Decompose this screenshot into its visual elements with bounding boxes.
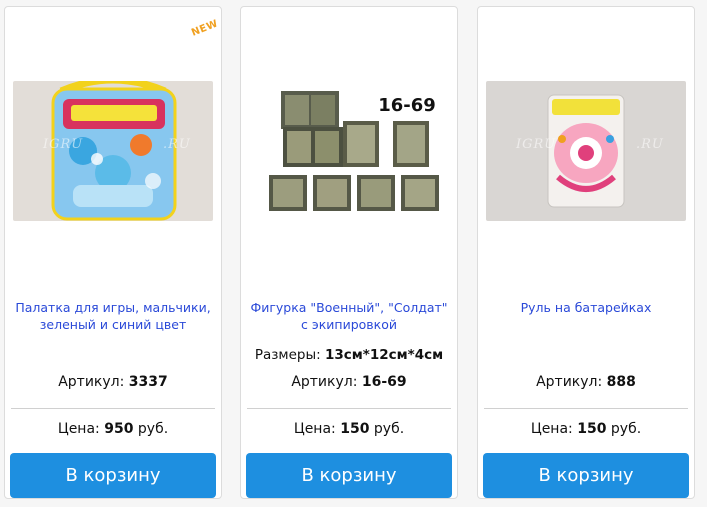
add-to-cart-button[interactable]: В корзину (10, 453, 216, 498)
watermark-text: IGRU (43, 137, 84, 152)
product-card: NEW IGRU .RU Палатка для игры, мальчики,… (4, 6, 222, 499)
price-value: 150 (577, 421, 607, 437)
currency: руб. (373, 421, 405, 437)
sku-line: Артикул: 888 (478, 374, 694, 390)
watermark-text: .RU (163, 137, 191, 152)
add-to-cart-button[interactable]: В корзину (246, 453, 452, 498)
sku-label: Артикул: (291, 374, 358, 390)
price-label: Цена: (530, 421, 573, 437)
product-image[interactable]: 16-69 (249, 81, 449, 221)
price-label: Цена: (293, 421, 336, 437)
watermark-text: .RU (636, 137, 664, 152)
sku-label: Артикул: (58, 374, 125, 390)
sku-value: 3337 (128, 374, 168, 390)
soldier-figures-image: 16-69 (249, 81, 449, 221)
currency: руб. (610, 421, 642, 437)
sku-value: 16-69 (361, 374, 407, 390)
sku-line: Артикул: 16-69 (241, 374, 457, 390)
price-value: 950 (104, 421, 134, 437)
price-line: Цена: 150 руб. (241, 421, 457, 437)
price-value: 150 (340, 421, 370, 437)
divider (11, 408, 215, 409)
product-image[interactable]: IGRU .RU (486, 81, 686, 221)
sku-label: Артикул: (536, 374, 603, 390)
size-label: Размеры: (254, 347, 321, 363)
size-value: 13см*12см*4см (324, 347, 444, 363)
divider (247, 408, 451, 409)
product-title-link[interactable]: Палатка для игры, мальчики, зеленый и си… (11, 299, 215, 333)
price-label: Цена: (57, 421, 100, 437)
product-card: IGRU .RU Руль на батарейках Артикул: 888… (477, 6, 695, 499)
product-card: 16-69 Фигурка "Военный", "Солдат" с экип… (240, 6, 458, 499)
watermark-text: IGRU (516, 137, 557, 152)
product-image[interactable]: IGRU .RU (13, 81, 213, 221)
divider (484, 408, 688, 409)
size-line: Размеры: 13см*12см*4см (241, 347, 457, 363)
new-badge: NEW (190, 18, 221, 39)
sku-value: 888 (606, 374, 636, 390)
image-label: 16-69 (378, 95, 436, 116)
product-title-link[interactable]: Фигурка "Военный", "Солдат" с экипировко… (247, 299, 451, 333)
currency: руб. (137, 421, 169, 437)
product-title-link[interactable]: Руль на батарейках (484, 299, 688, 316)
add-to-cart-button[interactable]: В корзину (483, 453, 689, 498)
price-line: Цена: 150 руб. (478, 421, 694, 437)
price-line: Цена: 950 руб. (5, 421, 221, 437)
sku-line: Артикул: 3337 (5, 374, 221, 390)
